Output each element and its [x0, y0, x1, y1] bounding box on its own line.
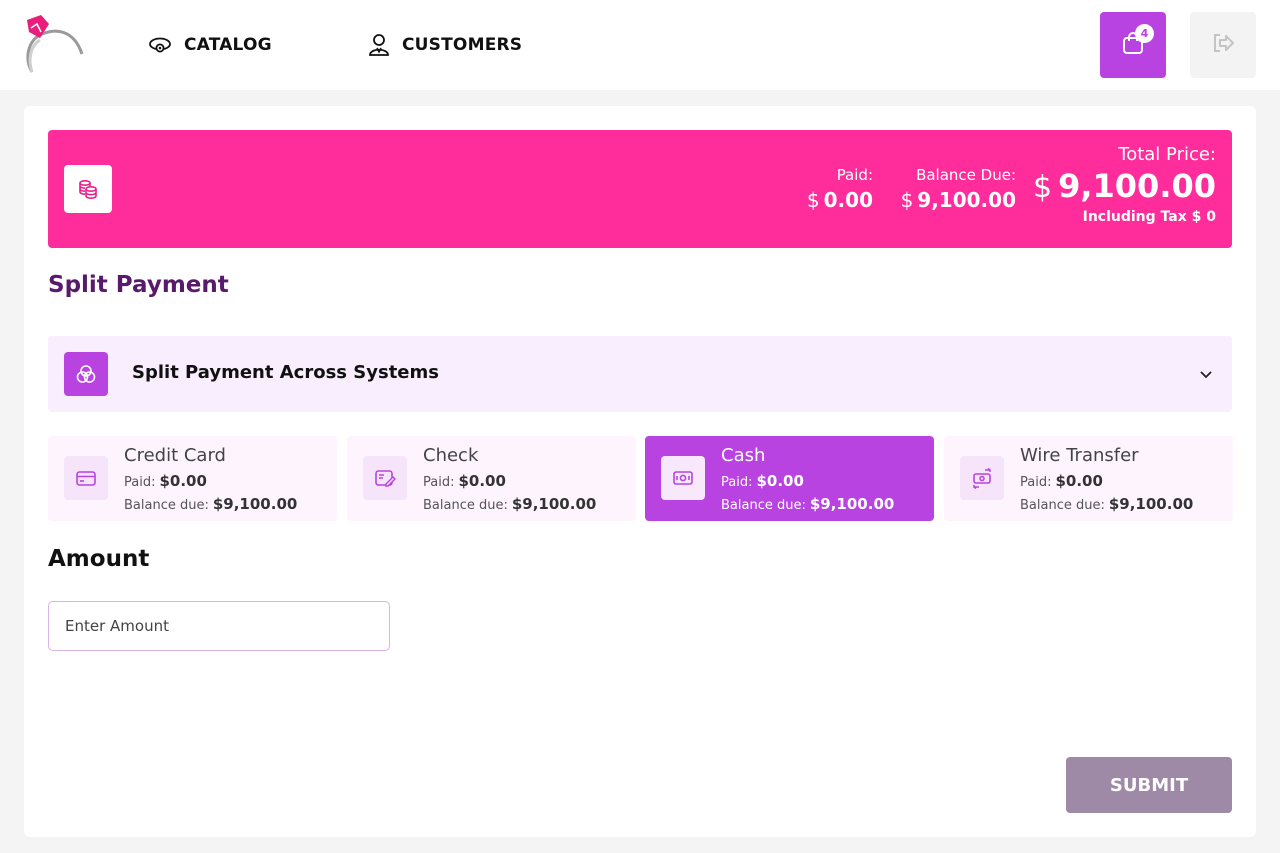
amount-heading: Amount [48, 546, 150, 572]
overlap-circles-icon [64, 352, 108, 396]
method-balance-value: $9,100.00 [212, 495, 298, 513]
coins-icon [64, 165, 112, 213]
nav-catalog-label: CATALOG [184, 35, 272, 55]
method-paid-label: Paid: [423, 475, 455, 490]
method-paid-label: Paid: [124, 475, 156, 490]
payment-methods: Credit Card Paid: $0.00 Balance due: $9,10… [48, 436, 1233, 521]
page-title: Split Payment [48, 272, 229, 298]
method-name: Check [423, 445, 479, 466]
method-credit-card[interactable]: Credit Card Paid: $0.00 Balance due: $9,10… [48, 436, 337, 521]
amount-input[interactable] [48, 601, 390, 651]
total-price-label: Total Price: [1118, 144, 1216, 165]
logout-button[interactable] [1190, 12, 1256, 78]
tax-note: Including Tax $ 0 [1082, 209, 1216, 225]
paid-currency: $ [806, 188, 820, 212]
method-balance-label: Balance due: [721, 498, 806, 513]
accordion-label: Split Payment Across Systems [132, 362, 439, 383]
method-cash[interactable]: Cash Paid: $0.00 Balance due: $9,100.00 [645, 436, 934, 521]
balance-due-value: 9,100.00 [917, 188, 1016, 212]
method-paid-label: Paid: [721, 475, 753, 490]
total-currency: $ [1033, 170, 1053, 205]
nav-customers[interactable]: CUSTOMERS [368, 32, 522, 58]
cart-count-badge: 4 [1135, 24, 1154, 43]
check-icon [363, 456, 407, 500]
payment-summary-banner: Paid: $0.00 Balance Due: $9,100.00 Total… [48, 130, 1232, 248]
nav-customers-label: CUSTOMERS [402, 35, 523, 55]
method-balance-label: Balance due: [1020, 498, 1105, 513]
method-check[interactable]: Check Paid: $0.00 Balance due: $9,100.00 [347, 436, 636, 521]
logout-icon [1209, 29, 1237, 61]
method-paid-value: $0.00 [458, 472, 506, 490]
paid-summary: Paid: $0.00 [807, 166, 873, 212]
balance-currency: $ [900, 188, 914, 212]
method-balance-label: Balance due: [124, 498, 209, 513]
payment-card: Paid: $0.00 Balance Due: $9,100.00 Total… [24, 106, 1256, 837]
top-bar: CATALOG CUSTOMERS 4 [0, 0, 1280, 90]
method-balance-value: $9,100.00 [1108, 495, 1194, 513]
chevron-down-icon[interactable] [1198, 366, 1214, 386]
user-icon [368, 33, 390, 57]
method-wire-transfer[interactable]: Wire Transfer Paid: $0.00 Balance due: $9,… [944, 436, 1233, 521]
method-balance-label: Balance due: [423, 498, 508, 513]
cash-icon [661, 456, 705, 500]
credit-card-icon [64, 456, 108, 500]
brand-logo[interactable] [22, 14, 86, 78]
method-name: Cash [721, 445, 766, 466]
split-payment-accordion[interactable]: Split Payment Across Systems [48, 336, 1232, 412]
method-paid-label: Paid: [1020, 475, 1052, 490]
cart-button[interactable]: 4 [1100, 12, 1166, 78]
method-name: Credit Card [124, 445, 226, 466]
method-paid-value: $0.00 [159, 472, 207, 490]
ring-icon [148, 33, 172, 57]
balance-due-summary: Balance Due: $9,100.00 [901, 166, 1016, 212]
nav-catalog[interactable]: CATALOG [148, 32, 272, 58]
total-price-value: 9,100.00 [1058, 167, 1216, 205]
method-balance-value: $9,100.00 [809, 495, 895, 513]
transfer-icon [960, 456, 1004, 500]
submit-button[interactable]: SUBMIT [1066, 757, 1232, 813]
method-balance-value: $9,100.00 [511, 495, 597, 513]
paid-value: 0.00 [823, 188, 873, 212]
method-paid-value: $0.00 [756, 472, 804, 490]
balance-due-label: Balance Due: [916, 166, 1016, 184]
paid-label: Paid: [836, 166, 873, 184]
total-price-summary: Total Price: $9,100.00 Including Tax $ 0 [1033, 144, 1216, 225]
method-name: Wire Transfer [1020, 445, 1139, 466]
method-paid-value: $0.00 [1055, 472, 1103, 490]
